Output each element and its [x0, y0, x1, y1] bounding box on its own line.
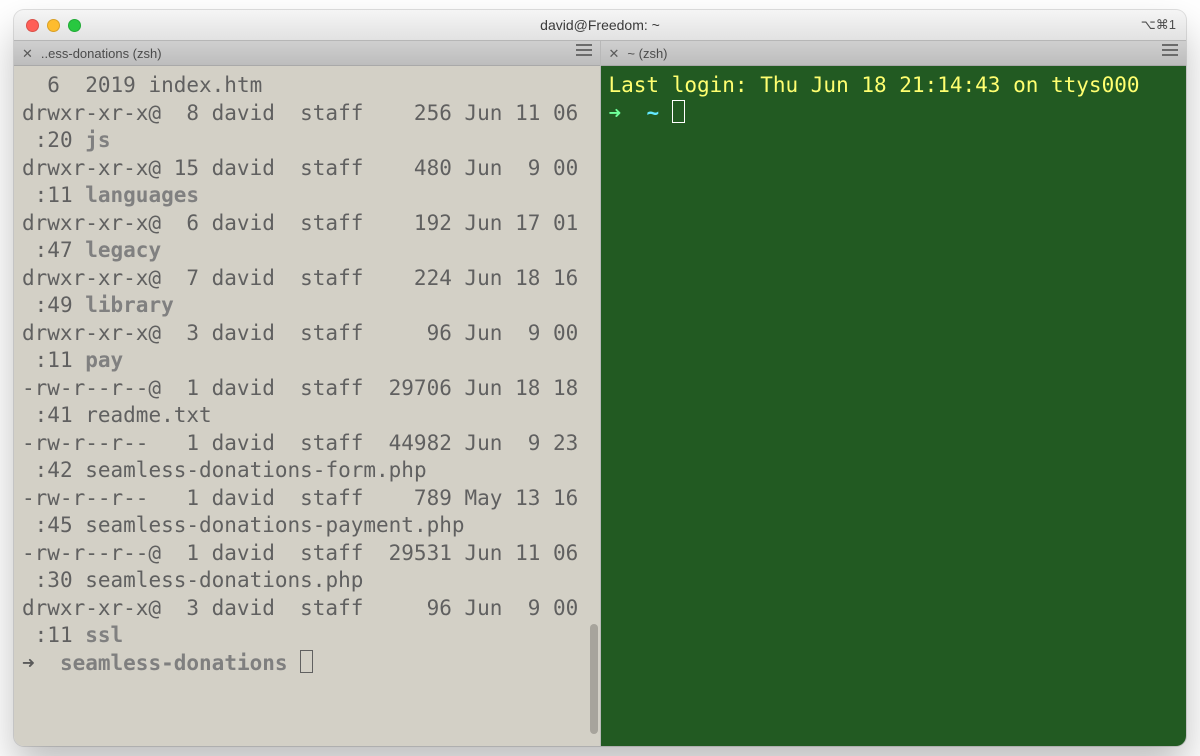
tab-menu-icon[interactable]: [576, 44, 592, 56]
close-tab-icon[interactable]: ✕: [22, 47, 33, 60]
titlebar: david@Freedom: ~ ⌥⌘1: [14, 10, 1186, 41]
left-tab-title: ..ess-donations (zsh): [41, 46, 162, 61]
right-tab-title: ~ (zsh): [627, 46, 667, 61]
window-title: david@Freedom: ~: [14, 17, 1186, 33]
left-tabbar[interactable]: ✕ ..ess-donations (zsh): [14, 41, 600, 66]
close-window-button[interactable]: [26, 19, 39, 32]
left-pane: ✕ ..ess-donations (zsh) 6 2019 index.htm…: [14, 41, 601, 746]
tab-menu-icon[interactable]: [1162, 44, 1178, 56]
minimize-window-button[interactable]: [47, 19, 60, 32]
right-pane: ✕ ~ (zsh) Last login: Thu Jun 18 21:14:4…: [601, 41, 1187, 746]
left-scrollbar[interactable]: [590, 624, 598, 734]
traffic-lights: [26, 19, 81, 32]
right-tabbar[interactable]: ✕ ~ (zsh): [601, 41, 1187, 66]
close-tab-icon[interactable]: ✕: [609, 47, 620, 60]
left-terminal[interactable]: 6 2019 index.htm drwxr-xr-x@ 8 david sta…: [14, 66, 600, 746]
split-panes: ✕ ..ess-donations (zsh) 6 2019 index.htm…: [14, 41, 1186, 746]
window-shortcut-indicator: ⌥⌘1: [1141, 10, 1176, 40]
terminal-window: david@Freedom: ~ ⌥⌘1 ✕ ..ess-donations (…: [14, 10, 1186, 746]
zoom-window-button[interactable]: [68, 19, 81, 32]
right-terminal[interactable]: Last login: Thu Jun 18 21:14:43 on ttys0…: [601, 66, 1187, 746]
